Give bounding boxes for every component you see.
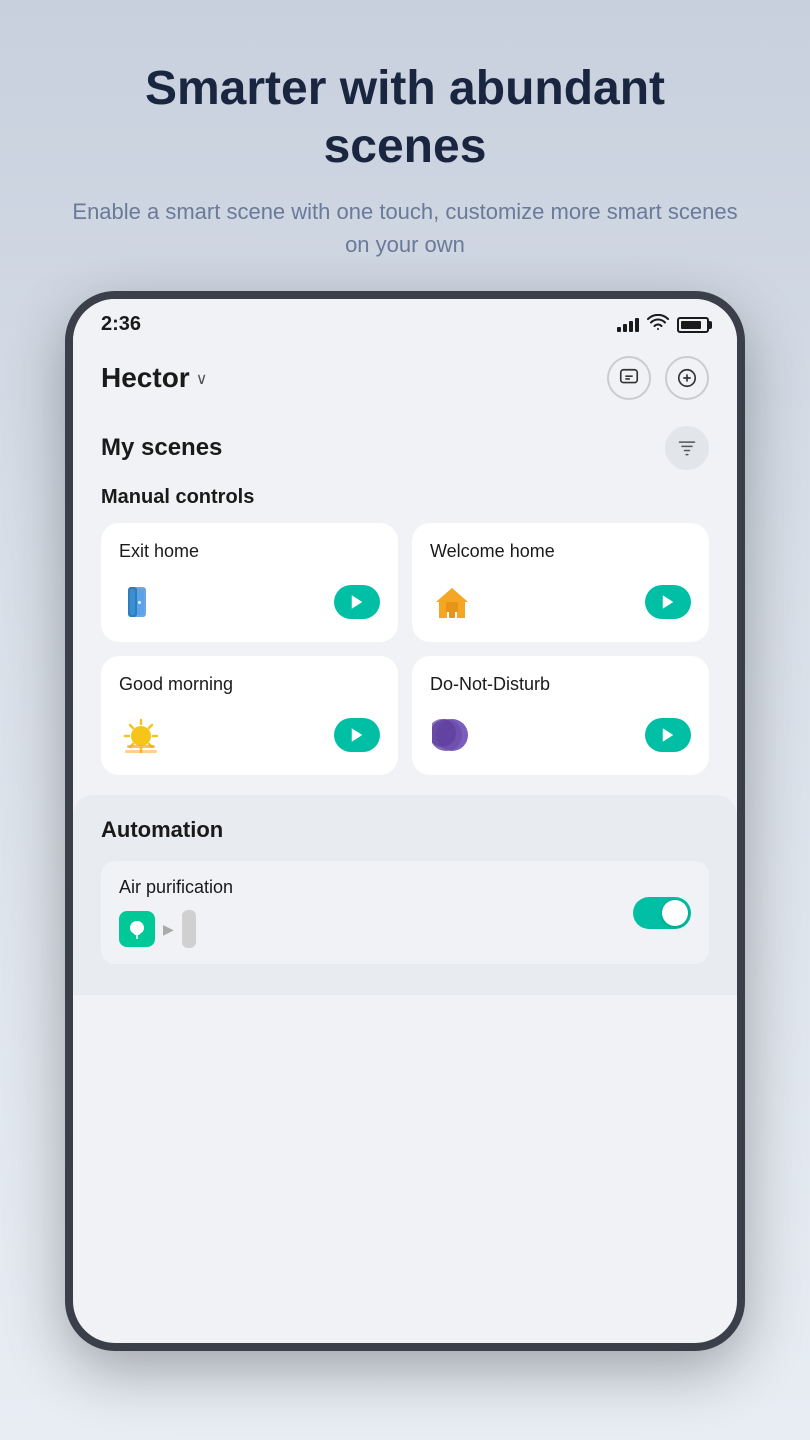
scene-footer-dnd (430, 713, 691, 757)
add-button[interactable] (665, 356, 709, 400)
scene-footer-welcome-home (430, 580, 691, 624)
add-icon (676, 367, 698, 389)
signal-bar-4 (635, 318, 639, 332)
arrow-icon: ▶ (163, 921, 174, 938)
scenes-grid: Exit home (93, 523, 717, 775)
run-exit-home-button[interactable] (334, 585, 380, 619)
scenes-title: My scenes (101, 434, 222, 462)
scene-card-dnd[interactable]: Do-Not-Disturb (412, 656, 709, 775)
scene-footer-good-morning (119, 713, 380, 757)
purifier-icon (182, 910, 196, 948)
chevron-down-icon: ∨ (196, 369, 208, 389)
scene-card-welcome-home[interactable]: Welcome home (412, 523, 709, 642)
automation-item-air-purification[interactable]: Air purification ▶ (101, 861, 709, 964)
filter-button[interactable] (665, 426, 709, 470)
filter-icon (677, 438, 697, 458)
status-time: 2:36 (101, 313, 141, 336)
scene-name-exit-home: Exit home (119, 541, 380, 562)
scene-card-exit-home[interactable]: Exit home (101, 523, 398, 642)
status-icons (617, 314, 709, 335)
wifi-icon (647, 314, 669, 335)
hero-section: Smarter with abundant scenes Enable a sm… (0, 0, 810, 291)
automation-section: Automation Air purification ▶ (73, 795, 737, 995)
battery-fill (681, 321, 701, 329)
signal-bar-2 (623, 324, 627, 332)
signal-bars-icon (617, 318, 639, 332)
run-dnd-button[interactable] (645, 718, 691, 752)
run-good-morning-button[interactable] (334, 718, 380, 752)
run-welcome-home-button[interactable] (645, 585, 691, 619)
home-selector[interactable]: Hector ∨ (101, 362, 207, 394)
scenes-section-header: My scenes (93, 426, 717, 470)
message-icon (618, 367, 640, 389)
hero-title: Smarter with abundant scenes (60, 60, 750, 175)
toggle-knob (662, 900, 688, 926)
dnd-icon (430, 713, 474, 757)
content-area: My scenes Manual controls Exit home (73, 416, 737, 775)
signal-bar-1 (617, 327, 621, 332)
automation-devices: ▶ (119, 910, 233, 948)
automation-item-left: Air purification ▶ (119, 877, 233, 948)
welcome-home-icon (430, 580, 474, 624)
battery-icon (677, 317, 709, 333)
scene-card-good-morning[interactable]: Good morning (101, 656, 398, 775)
automation-toggle[interactable] (633, 897, 691, 929)
scene-name-good-morning: Good morning (119, 674, 380, 695)
app-header: Hector ∨ (73, 346, 737, 416)
signal-bar-3 (629, 321, 633, 332)
header-icons (607, 356, 709, 400)
home-name: Hector (101, 362, 190, 394)
exit-home-icon (119, 580, 163, 624)
status-bar: 2:36 (73, 299, 737, 346)
hero-subtitle: Enable a smart scene with one touch, cus… (60, 195, 750, 261)
device-icon-leaf (119, 911, 155, 947)
message-button[interactable] (607, 356, 651, 400)
automation-title: Automation (101, 817, 709, 843)
good-morning-icon (119, 713, 163, 757)
scene-footer-exit-home (119, 580, 380, 624)
phone-frame: 2:36 Hector ∨ (65, 291, 745, 1351)
scene-name-welcome-home: Welcome home (430, 541, 691, 562)
automation-item-name: Air purification (119, 877, 233, 898)
manual-controls-title: Manual controls (93, 486, 717, 509)
scene-name-dnd: Do-Not-Disturb (430, 674, 691, 695)
